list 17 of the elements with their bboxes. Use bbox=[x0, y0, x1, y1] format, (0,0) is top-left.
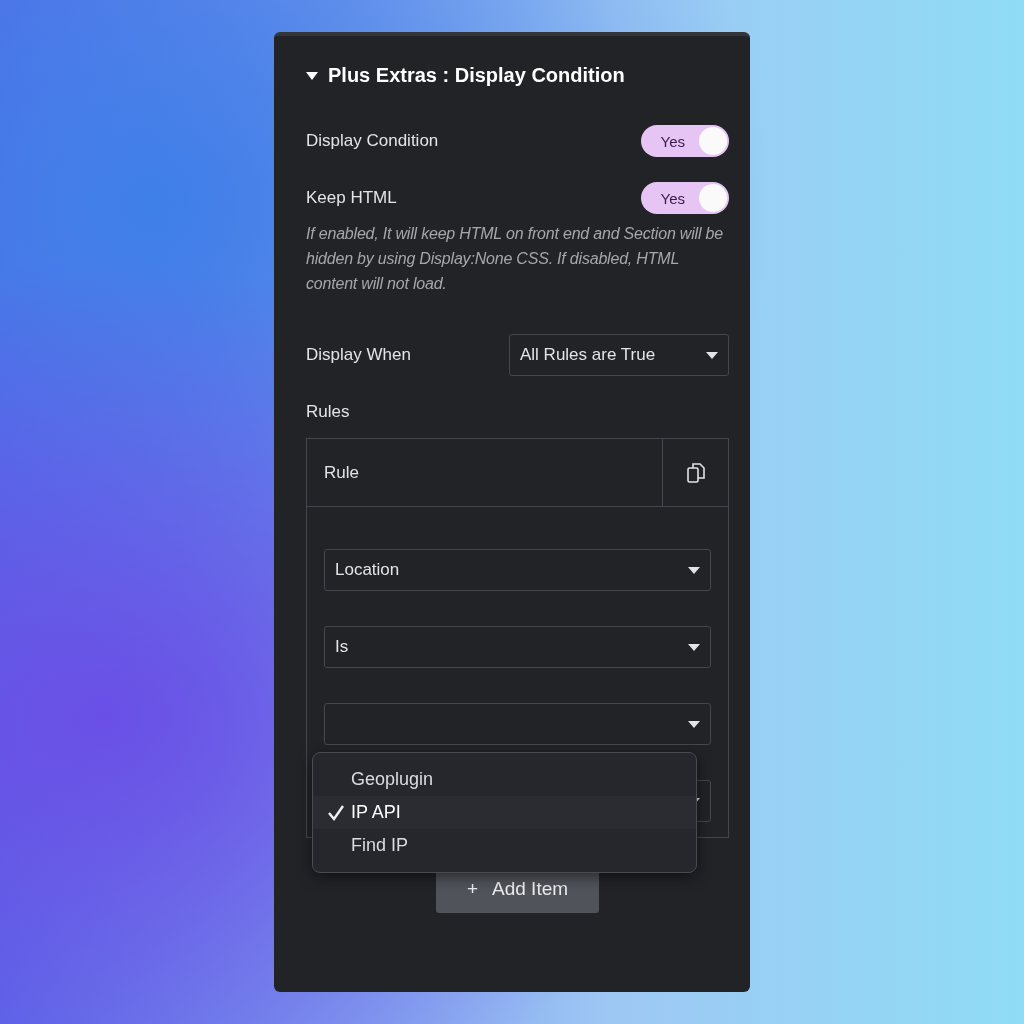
field-label: Display When bbox=[306, 345, 411, 365]
rule-title: Rule bbox=[323, 461, 360, 484]
select-field[interactable]: Is bbox=[324, 626, 711, 668]
check-icon bbox=[327, 803, 345, 822]
menu-option[interactable]: Geoplugin bbox=[313, 763, 696, 796]
toggle-label: Display Condition bbox=[306, 131, 439, 151]
field-label: Rules bbox=[306, 402, 350, 421]
section-title: Plus Extras : Display Condition bbox=[328, 64, 625, 87]
toggle-switch[interactable]: Yes bbox=[641, 125, 729, 157]
copy-icon bbox=[686, 462, 705, 483]
toggle-label: Keep HTML bbox=[306, 188, 397, 208]
select-field[interactable]: All Rules are True bbox=[509, 334, 729, 376]
toggle-switch[interactable]: Yes bbox=[641, 182, 729, 214]
select-field[interactable] bbox=[324, 703, 711, 745]
help-text: If enabled, It will keep HTML on front end and Section will be hidden by using Display:None CSS. If disabled, HTML content will not load. bbox=[306, 224, 724, 294]
select-field[interactable]: Location bbox=[324, 549, 711, 591]
menu-option[interactable]: Find IP bbox=[313, 829, 696, 862]
